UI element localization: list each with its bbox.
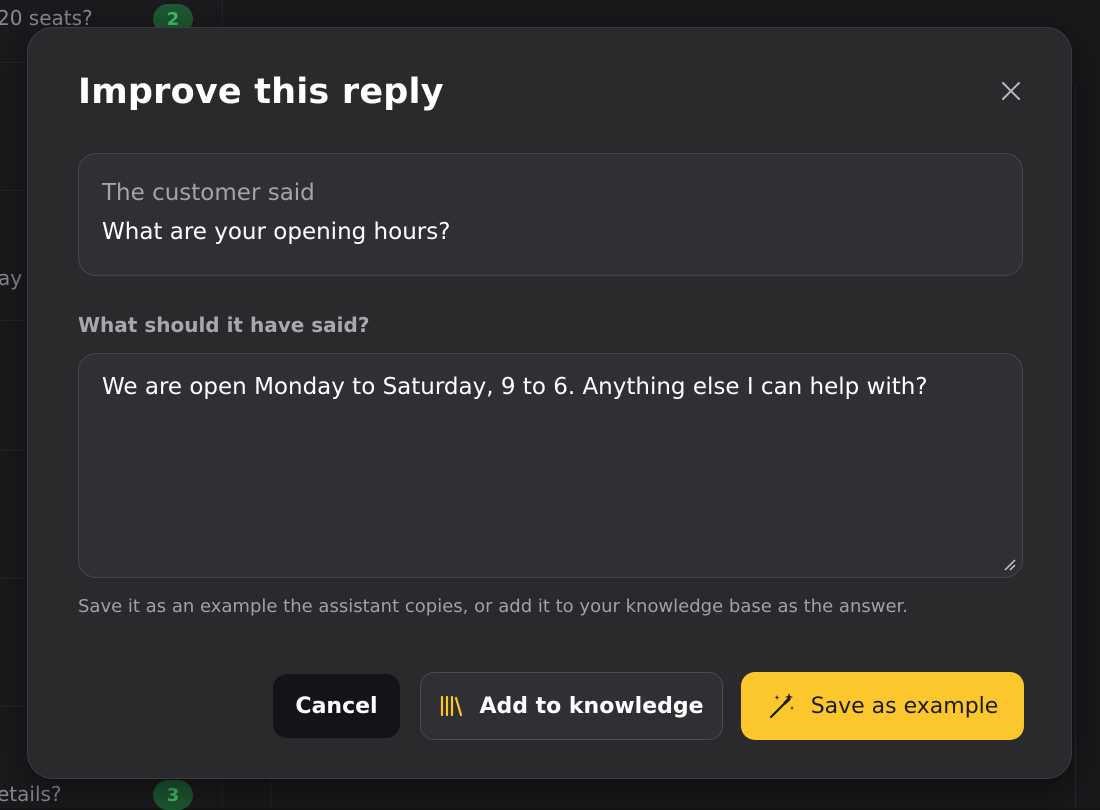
list-item-preview[interactable]: ay [0, 266, 22, 290]
panel-divider [1075, 85, 1076, 808]
add-to-knowledge-label: Add to knowledge [479, 693, 704, 719]
customer-message-box: The customer said What are your opening … [78, 153, 1023, 276]
customer-message-label: The customer said [102, 180, 315, 206]
close-button[interactable] [996, 76, 1026, 106]
save-as-example-button[interactable]: Save as example [741, 672, 1024, 740]
cancel-button-label: Cancel [295, 693, 378, 719]
library-icon [439, 694, 465, 718]
answer-field-label: What should it have said? [78, 313, 370, 337]
improve-reply-dialog: Improve this reply The customer said Wha… [27, 27, 1072, 779]
list-item-preview[interactable]: etails? [0, 782, 62, 806]
helper-text: Save it as an example the assistant copi… [78, 596, 909, 617]
improved-reply-textarea[interactable]: We are open Monday to Saturday, 9 to 6. … [78, 353, 1023, 578]
cancel-button[interactable]: Cancel [273, 674, 400, 738]
unread-badge: 3 [153, 780, 193, 810]
save-as-example-label: Save as example [810, 693, 999, 719]
dialog-title: Improve this reply [78, 72, 444, 112]
customer-message-text: What are your opening hours? [102, 219, 451, 245]
add-to-knowledge-button[interactable]: Add to knowledge [420, 672, 723, 740]
magic-wand-icon [767, 691, 797, 721]
close-icon [1002, 82, 1020, 100]
resize-handle-icon[interactable] [1003, 558, 1017, 572]
